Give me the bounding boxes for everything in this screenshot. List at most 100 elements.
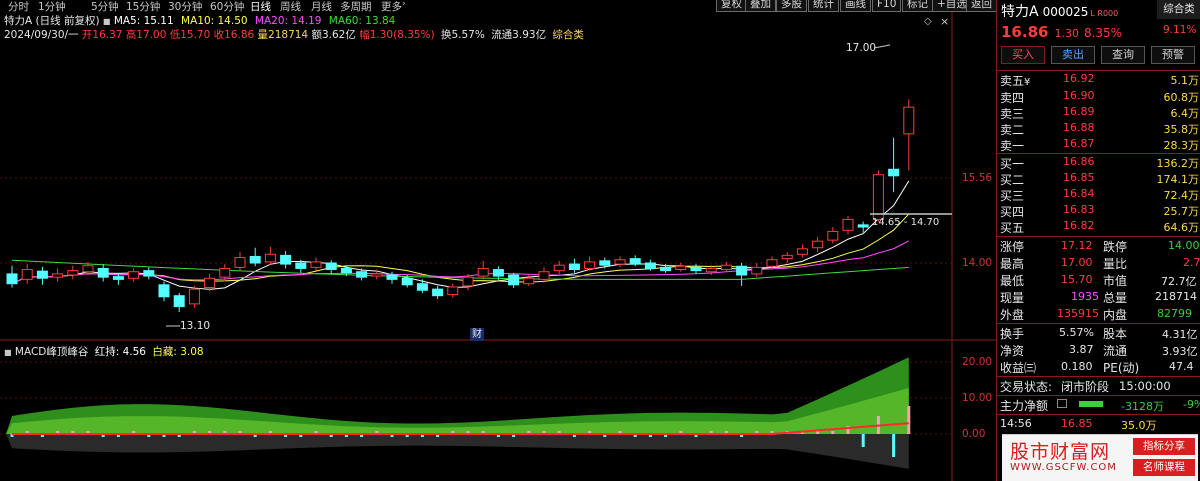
tool-multi-stock-button[interactable]: 多股 bbox=[776, 0, 807, 12]
candle-up bbox=[553, 264, 565, 272]
bid-row-volume: 72.4万 bbox=[1163, 189, 1200, 202]
buy-button[interactable]: 买入 bbox=[1001, 46, 1045, 64]
volume-value: 量218714 bbox=[257, 29, 309, 41]
period-tab-1min[interactable]: 1分钟 bbox=[38, 0, 66, 12]
candle-down bbox=[736, 265, 748, 276]
period-tab-multi[interactable]: 多周期 bbox=[340, 0, 372, 12]
candle-up bbox=[538, 271, 550, 280]
candle-up bbox=[842, 218, 854, 231]
macd-axis-label-20: 20.00 bbox=[962, 356, 993, 368]
trade-state-label: 交易状态: bbox=[1000, 380, 1053, 394]
watermark-title: 股市财富网 bbox=[1010, 441, 1111, 463]
tool-f10-button[interactable]: F10 bbox=[872, 0, 902, 12]
ask-row-5[interactable]: 卖五¥ 16.92 5.1万 bbox=[997, 72, 1200, 90]
candle-down bbox=[340, 267, 352, 274]
pane-settings-icon[interactable]: ◇ bbox=[924, 16, 932, 27]
ma-info-line: 特力A (日线 前复权) ■ MA5: 15.11 MA10: 14.50 MA… bbox=[4, 13, 395, 28]
outer-value: 135915 bbox=[1057, 307, 1099, 320]
high-label: 最高 bbox=[1000, 257, 1025, 271]
low-stat-value: 15.70 bbox=[1061, 273, 1093, 286]
candle-down bbox=[629, 258, 641, 265]
watermark-badge-share[interactable]: 指标分享 bbox=[1133, 438, 1195, 455]
period-tab-15min[interactable]: 15分钟 bbox=[126, 0, 160, 12]
candle-up bbox=[720, 264, 732, 271]
event-marker[interactable]: 财 bbox=[470, 328, 484, 341]
tick-volume: 35.0万 bbox=[1121, 419, 1157, 432]
price-line: 16.86 1.30 8.35% bbox=[1001, 23, 1122, 41]
candle-down bbox=[6, 273, 18, 285]
vol-ratio-value: 2.7 bbox=[1183, 256, 1200, 269]
sell-button[interactable]: 卖出 bbox=[1051, 46, 1095, 64]
period-toolbar: 分时 1分钟 5分钟 15分钟 30分钟 60分钟 日线 周线 月线 多周期 更… bbox=[0, 0, 996, 12]
price-change: 1.30 bbox=[1054, 27, 1079, 40]
candle-up bbox=[796, 248, 808, 255]
flow-list-icon[interactable] bbox=[1057, 399, 1067, 408]
candle-down bbox=[888, 168, 900, 177]
turnover-label: 换手 bbox=[1000, 327, 1025, 341]
candle-down bbox=[158, 284, 170, 298]
total-vol-label: 总量 bbox=[1103, 291, 1128, 305]
kline-chart-area[interactable]: 15.56 14.00 20.00 10.00 0.00 17.00 13.10… bbox=[0, 0, 996, 481]
bid-row-5[interactable]: 买五 16.82 64.6万 bbox=[997, 219, 1200, 237]
quote-stock-code: 000025 bbox=[1042, 5, 1089, 19]
period-tab-daily[interactable]: 日线 bbox=[250, 0, 271, 12]
macd-shadow bbox=[6, 434, 909, 469]
period-tab-5min[interactable]: 5分钟 bbox=[91, 0, 119, 12]
ma10-value: MA10: 14.50 bbox=[181, 15, 248, 27]
bid-row-volume: 64.6万 bbox=[1163, 221, 1200, 234]
watermark-badge-course[interactable]: 名师课程 bbox=[1133, 459, 1195, 476]
ma-settings-icon[interactable]: ■ bbox=[103, 17, 111, 26]
site-watermark[interactable]: 股市财富网 WWW.GSCFW.COM 指标分享 名师课程 bbox=[1002, 434, 1198, 481]
period-tab-60min[interactable]: 60分钟 bbox=[210, 0, 244, 12]
watermark-url: WWW.GSCFW.COM bbox=[1010, 462, 1117, 473]
ask-row-volume: 60.8万 bbox=[1163, 91, 1200, 104]
alert-button[interactable]: 预警 bbox=[1151, 46, 1195, 64]
ask-row-price: 16.89 bbox=[1063, 105, 1095, 118]
period-tab-weekly[interactable]: 周线 bbox=[280, 0, 301, 12]
book-top-divider bbox=[997, 70, 1200, 71]
macd-settings-icon[interactable]: ■ bbox=[4, 348, 12, 357]
macd-red-value: 红持: 4.56 bbox=[94, 346, 146, 358]
flow-divider bbox=[997, 395, 1200, 396]
period-tab-30min[interactable]: 30分钟 bbox=[168, 0, 202, 12]
sector-tab[interactable]: 综合类 bbox=[1157, 0, 1200, 19]
float-cap-value: 流通3.93亿 bbox=[491, 29, 547, 41]
candle-up bbox=[188, 288, 200, 305]
ask-row-label: 卖五¥ bbox=[1000, 74, 1031, 88]
high-pointer bbox=[873, 44, 891, 49]
candle-up bbox=[614, 259, 626, 265]
ask-row-volume: 6.4万 bbox=[1170, 107, 1200, 120]
macd-title[interactable]: MACD峰顶峰谷 bbox=[15, 346, 88, 358]
tool-adjust-button[interactable]: 复权 bbox=[716, 0, 747, 12]
stats-divider bbox=[997, 236, 1200, 237]
pane-close-icon[interactable]: × bbox=[940, 15, 949, 28]
candle-down bbox=[416, 283, 428, 291]
more-chevron-icon: › bbox=[402, 0, 406, 9]
tool-overlay-button[interactable]: 叠加 bbox=[745, 0, 776, 12]
ask-row-label: 卖二 bbox=[1000, 123, 1025, 137]
period-tab-fenshi[interactable]: 分时 bbox=[8, 0, 29, 12]
tool-mark-button[interactable]: 标记 bbox=[902, 0, 933, 12]
low-label: 最低 bbox=[1000, 274, 1025, 288]
period-tab-more[interactable]: 更多 bbox=[381, 0, 402, 12]
adjust-mode-label[interactable]: (日线 前复权) bbox=[36, 15, 100, 27]
inner-label: 内盘 bbox=[1103, 308, 1128, 322]
ask-row-price: 16.90 bbox=[1063, 89, 1095, 102]
candle-up bbox=[872, 174, 884, 220]
trade-time-value: 15:00:00 bbox=[1119, 379, 1171, 393]
bid-row-volume: 136.2万 bbox=[1156, 157, 1200, 170]
amount-value: 额3.62亿 bbox=[311, 29, 356, 41]
candle-down bbox=[386, 274, 398, 280]
candle-up bbox=[827, 230, 839, 241]
macd-bar bbox=[831, 431, 835, 434]
tool-draw-button[interactable]: 画线 bbox=[840, 0, 871, 12]
candle-down bbox=[173, 295, 185, 308]
chart-canvas[interactable] bbox=[0, 0, 996, 481]
macd-bar bbox=[892, 434, 896, 457]
tool-stats-button[interactable]: 统计 bbox=[808, 0, 839, 12]
query-button[interactable]: 查询 bbox=[1101, 46, 1145, 64]
inner-value: 82799 bbox=[1157, 307, 1192, 320]
price-axis-label-high: 15.56 bbox=[962, 172, 993, 184]
tool-back-button[interactable]: 返回 bbox=[966, 0, 996, 12]
period-tab-monthly[interactable]: 月线 bbox=[311, 0, 332, 12]
